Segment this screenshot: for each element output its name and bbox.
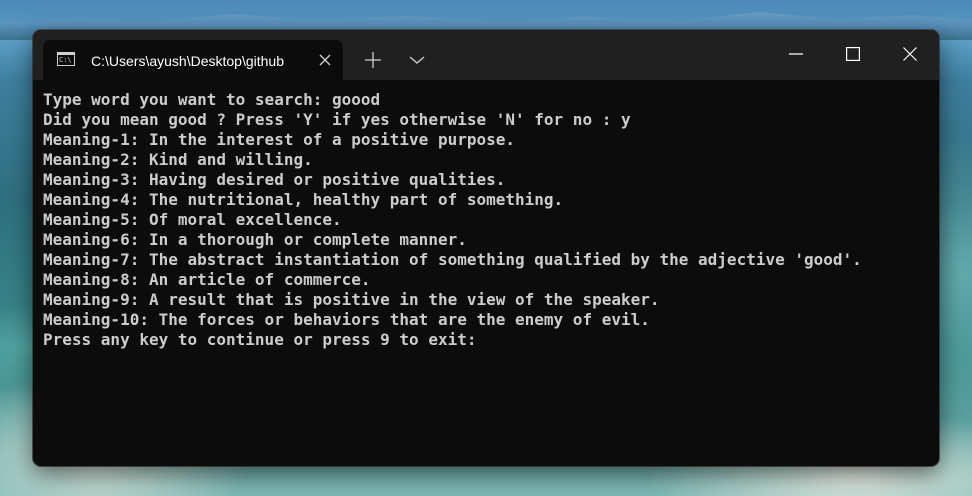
terminal-prompt: Press any key to continue or press 9 to … xyxy=(43,330,477,349)
terminal-line: Meaning-2: Kind and willing. xyxy=(43,150,313,169)
terminal-tab[interactable]: C:\ C:\Users\ayush\Desktop\github xyxy=(43,40,343,80)
close-tab-icon[interactable] xyxy=(315,50,335,70)
close-icon xyxy=(903,47,917,61)
terminal-line: Meaning-7: The abstract instantiation of… xyxy=(43,250,862,269)
title-bar[interactable]: C:\ C:\Users\ayush\Desktop\github xyxy=(33,30,939,80)
terminal-icon: C:\ xyxy=(57,52,75,66)
terminal-line: Meaning-3: Having desired or positive qu… xyxy=(43,170,506,189)
close-icon xyxy=(319,54,331,66)
profile-dropdown-button[interactable] xyxy=(405,49,429,71)
terminal-line: Did you mean good ? Press 'Y' if yes oth… xyxy=(43,110,631,129)
terminal-output[interactable]: Type word you want to search: goood Did y… xyxy=(43,90,933,460)
close-window-button[interactable] xyxy=(881,30,939,78)
terminal-line: Meaning-1: In the interest of a positive… xyxy=(43,130,516,149)
terminal-line: Meaning-6: In a thorough or complete man… xyxy=(43,230,467,249)
maximize-icon xyxy=(846,47,860,61)
terminal-line: Type word you want to search: goood xyxy=(43,90,381,109)
terminal-line: Meaning-8: An article of commerce. xyxy=(43,270,371,289)
terminal-line: Meaning-5: Of moral excellence. xyxy=(43,210,342,229)
terminal-line: Meaning-10: The forces or behaviors that… xyxy=(43,310,650,329)
chevron-down-icon xyxy=(409,56,425,64)
terminal-line: Meaning-9: A result that is positive in … xyxy=(43,290,660,309)
new-tab-button[interactable] xyxy=(361,49,385,71)
maximize-button[interactable] xyxy=(824,30,882,78)
plus-icon xyxy=(365,52,381,68)
terminal-line: Meaning-4: The nutritional, healthy part… xyxy=(43,190,564,209)
minimize-button[interactable] xyxy=(767,30,825,78)
terminal-window[interactable]: C:\ C:\Users\ayush\Desktop\github Type w… xyxy=(33,30,939,466)
tab-title: C:\Users\ayush\Desktop\github xyxy=(91,53,284,69)
minimize-icon xyxy=(789,53,803,55)
